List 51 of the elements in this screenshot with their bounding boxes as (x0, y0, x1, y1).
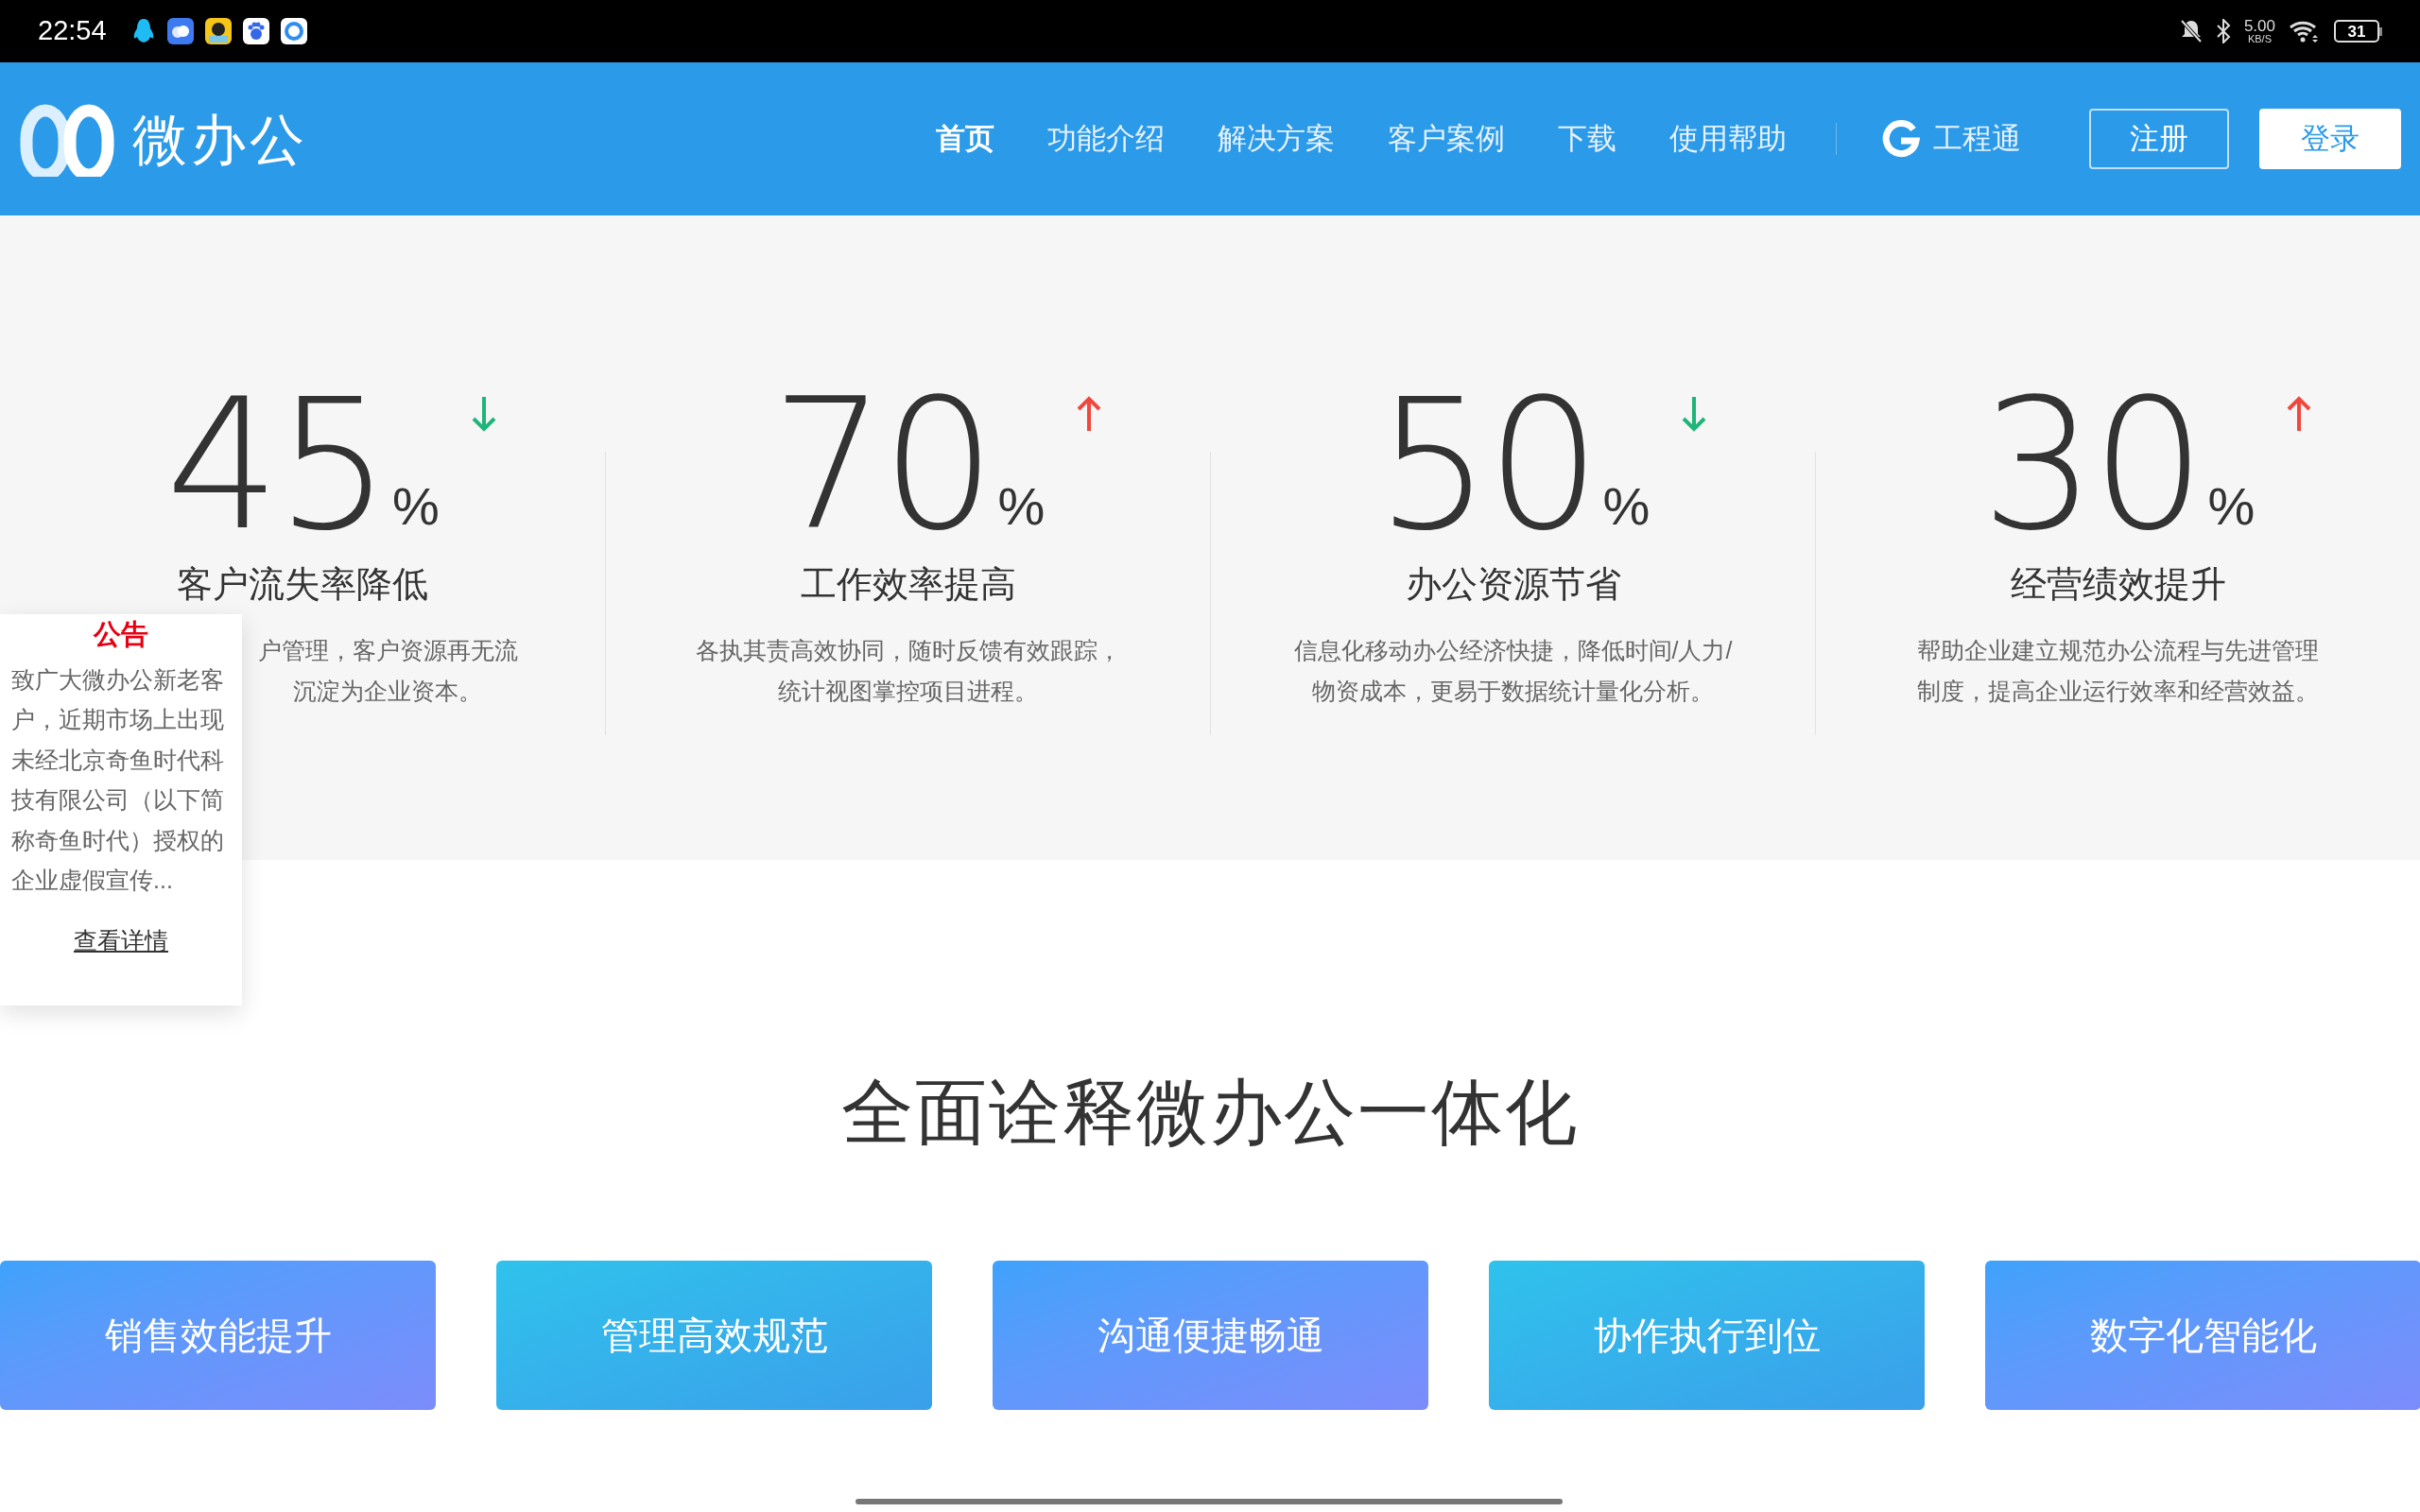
clock-time: 22:54 (38, 14, 107, 48)
stat-unit: % (997, 475, 1046, 538)
g-logo-icon (1882, 120, 1920, 158)
stat-description: 信息化移动办公经济快捷，降低时间/人力/ (1293, 636, 1733, 665)
stat-description: 各执其责高效协同，随时反馈有效跟踪， (695, 636, 1121, 665)
cloud-app-icon (166, 18, 194, 44)
paw-app-icon (242, 18, 269, 44)
stat-description: 物资成本，更易于数据统计量化分析。 (1312, 677, 1714, 706)
stat-description: 户管理，客户资源再无流 (257, 636, 518, 665)
nav-link[interactable]: 下载 (1531, 116, 1643, 162)
stat-number: 50 (1375, 376, 1598, 556)
stat-unit: % (392, 475, 440, 538)
wifi-icon (2289, 19, 2321, 43)
stat-title: 工作效率提高 (800, 563, 1016, 606)
stat-unit: % (2207, 475, 2256, 538)
network-speed: 5.00 (2243, 18, 2275, 34)
feature-card[interactable]: 管理高效规范 (496, 1261, 932, 1410)
stat-description: 统计视图掌控项目进程。 (778, 677, 1038, 706)
stat-unit: % (1602, 475, 1651, 538)
login-button[interactable]: 登录 (2259, 109, 2401, 169)
nav-link[interactable]: 首页 (909, 116, 1021, 162)
nav-link[interactable]: 使用帮助 (1643, 116, 1813, 162)
stat-title: 办公资源节省 (1405, 563, 1621, 606)
logo-text: 微办公 (132, 107, 308, 172)
notice-title: 公告 (94, 618, 148, 651)
battery-percent: 31 (2347, 23, 2366, 40)
browser-app-icon (280, 18, 307, 44)
notice-body: 致广大微办公新老客户，近期市场上出现未经北京奇鱼时代科技有限公司（以下简称奇鱼时代）授权的企业虚假宣传... (11, 664, 225, 895)
stat-number: 30 (1980, 376, 2203, 556)
stat-description: 制度，提高企业运行效率和经营效益。 (1917, 677, 2319, 706)
feature-card[interactable]: 沟通便捷畅通 (993, 1261, 1428, 1410)
stat-title: 经营绩效提升 (2010, 563, 2226, 606)
notice-details-link[interactable]: 查看详情 (74, 922, 168, 958)
game-app-icon (204, 18, 232, 44)
stat-number: 45 (165, 376, 387, 556)
nav-link[interactable]: 解决方案 (1191, 116, 1361, 162)
feature-card[interactable]: 数字化智能化 (1985, 1261, 2420, 1410)
stat-description: 帮助企业建立规范办公流程与先进管理 (1917, 636, 2319, 665)
nav-link[interactable]: 功能介绍 (1021, 116, 1191, 162)
mute-bell-icon (2179, 19, 2203, 43)
feature-card[interactable]: 销售效能提升 (0, 1261, 436, 1410)
stat-description: 沉淀为企业资本。 (293, 677, 482, 706)
section-heading: 全面诠释微办公一体化 (841, 1071, 1579, 1154)
feature-card[interactable]: 协作执行到位 (1489, 1261, 1925, 1410)
bluetooth-icon (2215, 19, 2231, 43)
nav-link[interactable]: 客户案例 (1361, 116, 1531, 162)
register-button[interactable]: 注册 (2089, 109, 2229, 169)
partner-link[interactable]: 工程通 (1859, 116, 2044, 162)
network-speed-unit: KB/S (2247, 34, 2272, 44)
stat-number: 70 (770, 376, 993, 556)
stat-title: 客户流失率降低 (177, 563, 428, 606)
